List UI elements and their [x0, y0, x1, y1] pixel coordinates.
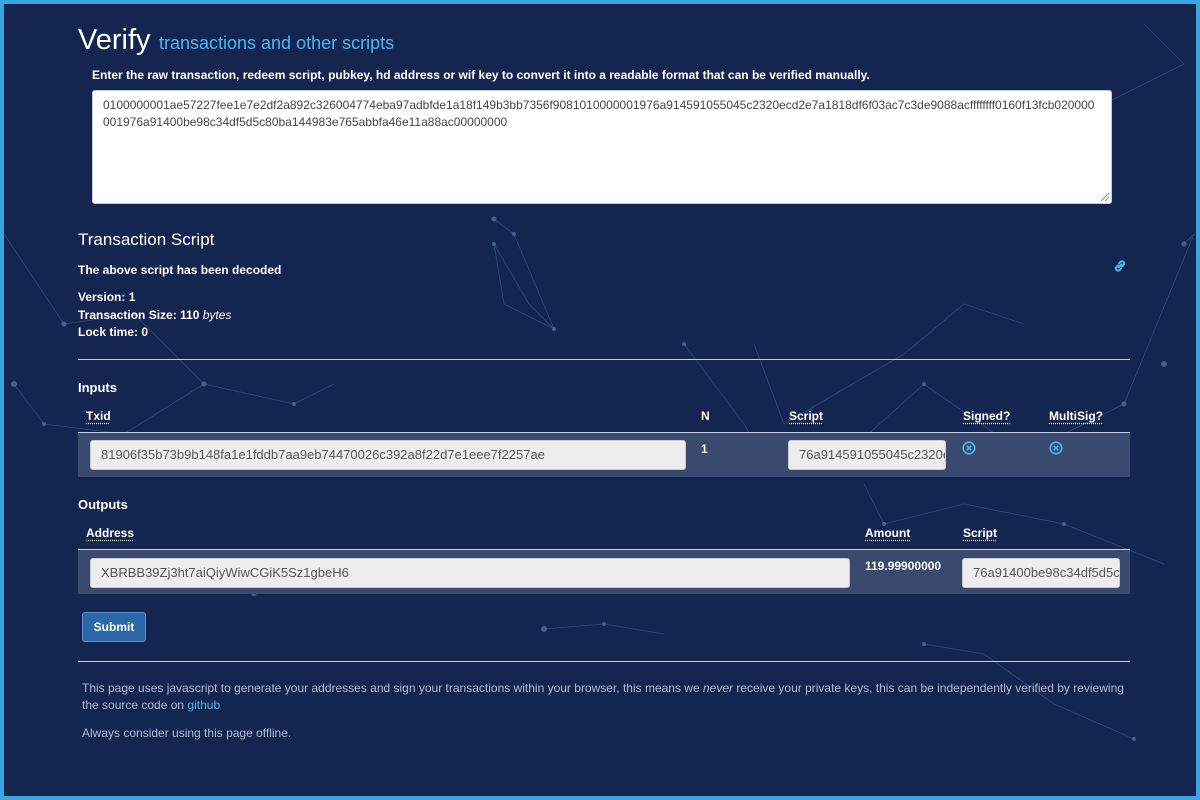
locktime-value: 0: [141, 325, 149, 339]
footer-text-start: This page uses javascript to generate yo…: [82, 681, 700, 695]
page-title: Verify transactions and other scripts: [78, 24, 394, 57]
locktime-line: Lock time: 0: [78, 325, 148, 339]
output-script-field[interactable]: 76a91400be98c34df5d5c80ba144983e765abbfa…: [962, 558, 1120, 588]
divider: [78, 359, 1130, 360]
transaction-script-heading: Transaction Script: [78, 230, 215, 249]
x-circle-icon[interactable]: [1049, 441, 1063, 455]
input-txid-field[interactable]: 81906f35b73b9b148fa1e1fddb7aa9eb74470026…: [90, 440, 686, 470]
version-label: Version:: [78, 290, 126, 304]
locktime-label: Lock time:: [78, 325, 139, 339]
table-row: XBRBB39Zj3ht7aiQiyWiwCGiK5Sz1gbeH6 119.9…: [78, 549, 1130, 594]
output-amount-value: 119.99900000: [865, 559, 942, 573]
x-circle-icon[interactable]: [962, 441, 976, 455]
version-value: 1: [128, 290, 136, 304]
inputs-header-multisig: MultiSig?: [1049, 409, 1103, 423]
link-icon[interactable]: [1112, 258, 1128, 274]
footer-text: This page uses javascript to generate yo…: [82, 680, 1130, 714]
resize-grip-icon[interactable]: [1100, 192, 1109, 201]
footer-never: never: [703, 681, 734, 695]
raw-transaction-value: 0100000001ae57227fee1e7e2df2a892c3260047…: [103, 98, 1095, 129]
decoded-message: The above script has been decoded: [78, 263, 282, 277]
divider: [78, 661, 1130, 662]
size-label: Transaction Size:: [78, 308, 177, 322]
title-subtitle: transactions and other scripts: [158, 33, 395, 53]
inputs-heading: Inputs: [78, 380, 117, 395]
github-link[interactable]: github: [187, 698, 220, 712]
inputs-header-txid: Txid: [86, 409, 111, 423]
version-line: Version: 1: [78, 290, 135, 304]
outputs-heading: Outputs: [78, 497, 128, 512]
input-n-value: 1: [701, 442, 708, 456]
inputs-header-signed: Signed?: [963, 409, 1011, 423]
table-row: 81906f35b73b9b148fa1e1fddb7aa9eb74470026…: [78, 432, 1130, 477]
output-address-field[interactable]: XBRBB39Zj3ht7aiQiyWiwCGiK5Sz1gbeH6: [90, 558, 850, 588]
size-value: 110: [180, 308, 200, 322]
intro-text: Enter the raw transaction, redeem script…: [92, 68, 870, 82]
outputs-header-amount: Amount: [865, 526, 911, 540]
title-main: Verify: [78, 24, 151, 56]
inputs-header-script: Script: [789, 409, 824, 423]
raw-transaction-textarea[interactable]: 0100000001ae57227fee1e7e2df2a892c3260047…: [92, 90, 1112, 204]
outputs-header-address: Address: [86, 526, 135, 540]
outputs-header-script: Script: [963, 526, 998, 540]
offline-note: Always consider using this page offline.: [82, 726, 292, 740]
input-script-field[interactable]: 76a914591055045c2320ecd2e7a1818df6f03ac7…: [788, 440, 946, 470]
submit-button[interactable]: Submit: [82, 612, 146, 642]
inputs-header-n: N: [701, 409, 710, 423]
size-unit: bytes: [202, 308, 232, 322]
size-line: Transaction Size: 110 bytes: [78, 308, 231, 322]
